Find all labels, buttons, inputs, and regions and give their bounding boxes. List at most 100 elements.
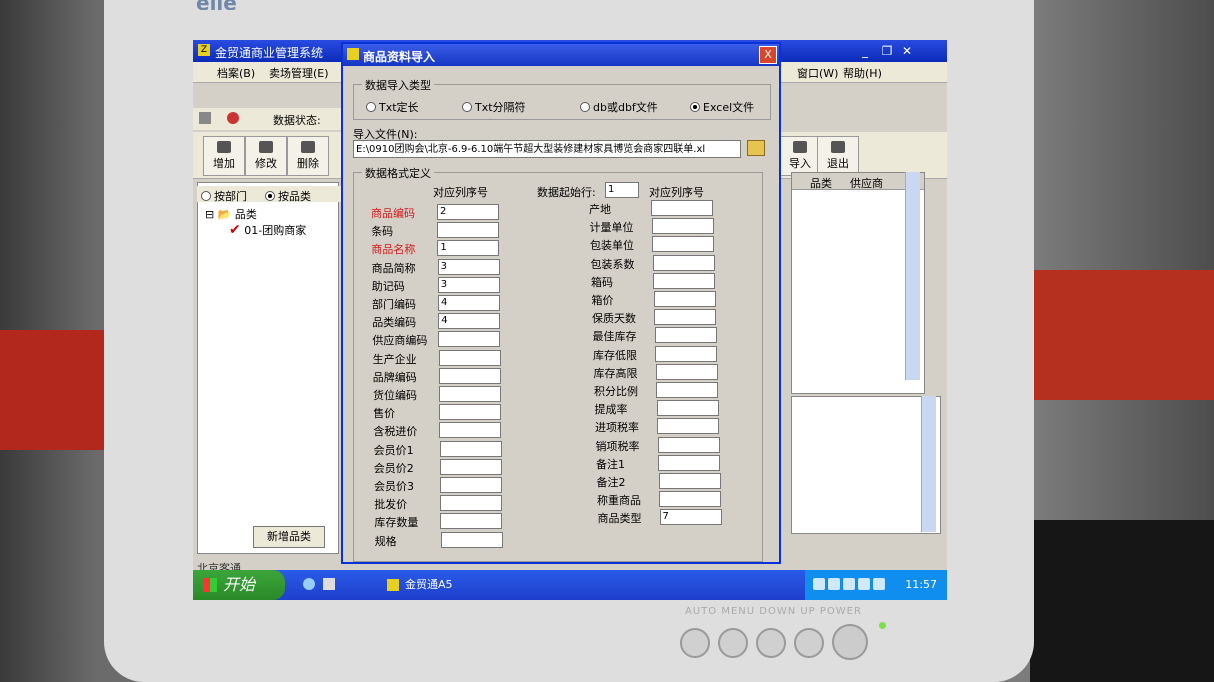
field-label: 箱码	[591, 275, 613, 289]
field-column-input[interactable]	[653, 272, 715, 289]
up-button[interactable]	[794, 628, 824, 658]
browse-folder-icon[interactable]	[747, 140, 765, 156]
field-column-input[interactable]	[655, 363, 718, 380]
monitor-brand: elle	[196, 0, 296, 10]
exit-button[interactable]: 退出	[817, 136, 859, 176]
monitor-button-labels: AUTO MENU DOWN UP POWER	[685, 606, 862, 617]
field-column-input[interactable]	[652, 236, 714, 253]
dialog-close-button[interactable]: X	[759, 46, 777, 64]
filter-by-dept[interactable]: 按部门	[201, 188, 247, 204]
field-column-input[interactable]: 4	[438, 295, 500, 311]
auto-button[interactable]	[680, 628, 710, 658]
field-column-input[interactable]: 1	[437, 240, 500, 257]
field-label: 备注1	[596, 457, 625, 471]
menu-archive[interactable]: 档案(B)	[217, 65, 255, 81]
start-row-input[interactable]: 1	[605, 182, 639, 198]
menu-store[interactable]: 卖场管理(E)	[269, 65, 329, 81]
field-label: 进项税率	[595, 421, 639, 435]
grid-col-supplier[interactable]: 供应商	[850, 175, 883, 191]
delete-button[interactable]: 删除	[287, 136, 329, 176]
user-icon[interactable]	[199, 112, 211, 124]
ie-icon[interactable]	[303, 578, 315, 590]
background-red-panel-right	[1010, 270, 1214, 400]
add-button[interactable]: 增加	[203, 136, 245, 176]
field-column-input[interactable]	[439, 440, 502, 457]
type-txt-delimited[interactable]: Txt分隔符	[462, 99, 526, 115]
field-column-input[interactable]	[438, 331, 501, 348]
tree-item-group-buy[interactable]: ✔ 01-团购商家	[229, 222, 306, 238]
field-column-input[interactable]	[658, 454, 720, 471]
menu-help[interactable]: 帮助(H)	[843, 65, 882, 81]
field-column-input[interactable]	[652, 254, 715, 271]
menu-button[interactable]	[718, 628, 748, 658]
type-db-dbf[interactable]: db或dbf文件	[580, 99, 658, 115]
tray-icon-5	[873, 578, 885, 590]
field-column-input[interactable]: 3	[437, 258, 500, 275]
start-button[interactable]: 开始	[193, 570, 285, 600]
field-column-input[interactable]	[439, 404, 502, 421]
field-label: 条码	[371, 225, 394, 239]
field-column-input[interactable]	[654, 327, 717, 344]
field-column-input[interactable]	[439, 422, 502, 439]
start-row-label: 数据起始行:	[537, 186, 596, 199]
taskbar-app-item[interactable]: 金贸通A5	[385, 574, 545, 596]
app-title: 金贸通商业管理系统	[215, 46, 324, 60]
new-category-button[interactable]: 新增品类	[253, 526, 325, 548]
field-column-input[interactable]: 2	[437, 204, 499, 220]
field-column-input[interactable]	[651, 218, 714, 235]
field-column-input[interactable]	[658, 473, 721, 489]
field-label: 商品编码	[371, 207, 415, 220]
check-icon: ✔	[229, 222, 241, 238]
field-column-input[interactable]	[439, 458, 502, 475]
hourglass-icon	[793, 141, 807, 153]
minimize-icon[interactable]: _	[857, 44, 873, 58]
field-label: 最佳库存	[592, 330, 637, 344]
field-column-input[interactable]	[659, 491, 721, 508]
field-column-input[interactable]	[657, 418, 719, 435]
keyboard	[1030, 520, 1214, 682]
field-column-input[interactable]	[440, 531, 503, 548]
type-txt-fixed[interactable]: Txt定长	[366, 99, 419, 115]
filter-by-category[interactable]: 按品类	[265, 188, 311, 204]
tray-icon-2	[828, 578, 840, 590]
field-column-input[interactable]	[437, 222, 500, 239]
desktop-icon[interactable]	[323, 578, 335, 590]
power-button[interactable]	[832, 624, 868, 660]
field-label: 库存低限	[593, 348, 637, 362]
import-button[interactable]: 导入	[779, 136, 821, 176]
field-column-input[interactable]	[440, 495, 503, 512]
detail-scrollbar[interactable]	[921, 396, 936, 532]
field-column-input[interactable]: 7	[659, 509, 722, 526]
edit-button[interactable]: 修改	[245, 136, 287, 176]
field-column-input[interactable]	[438, 367, 501, 384]
field-label: 部门编码	[372, 298, 416, 311]
restore-icon[interactable]: ❐	[879, 44, 895, 58]
tray-icon-1	[813, 578, 825, 590]
field-column-input[interactable]	[440, 477, 502, 493]
edit-icon	[259, 141, 273, 153]
help-icon[interactable]	[227, 112, 239, 124]
field-label: 规格	[374, 534, 397, 548]
field-label: 生产企业	[372, 352, 417, 366]
field-column-input[interactable]	[653, 291, 716, 307]
field-column-input[interactable]	[655, 345, 717, 362]
grid-scrollbar[interactable]	[905, 172, 920, 380]
down-button[interactable]	[756, 628, 786, 658]
import-file-input[interactable]: E:\0910团购会\北京-6.9-6.10端午节超大型装修建材家具博览会商家四…	[353, 140, 741, 158]
system-tray: 11:57	[805, 570, 947, 600]
field-column-input[interactable]: 3	[437, 276, 500, 293]
field-column-input[interactable]	[656, 382, 718, 398]
field-column-input[interactable]	[438, 349, 501, 366]
type-excel[interactable]: Excel文件	[690, 99, 754, 115]
field-column-input[interactable]	[654, 309, 716, 326]
field-column-input[interactable]	[656, 400, 719, 417]
field-column-input[interactable]	[440, 513, 503, 530]
tree-root[interactable]: ⊟ 📂 品类	[205, 206, 257, 222]
field-column-input[interactable]	[439, 386, 501, 402]
field-column-input[interactable]	[651, 200, 713, 216]
field-column-input[interactable]: 4	[438, 313, 501, 330]
grid-col-category[interactable]: 品类	[810, 175, 832, 191]
close-icon[interactable]: ✕	[899, 44, 915, 58]
field-column-input[interactable]	[657, 436, 720, 453]
menu-window[interactable]: 窗口(W)	[797, 65, 838, 81]
